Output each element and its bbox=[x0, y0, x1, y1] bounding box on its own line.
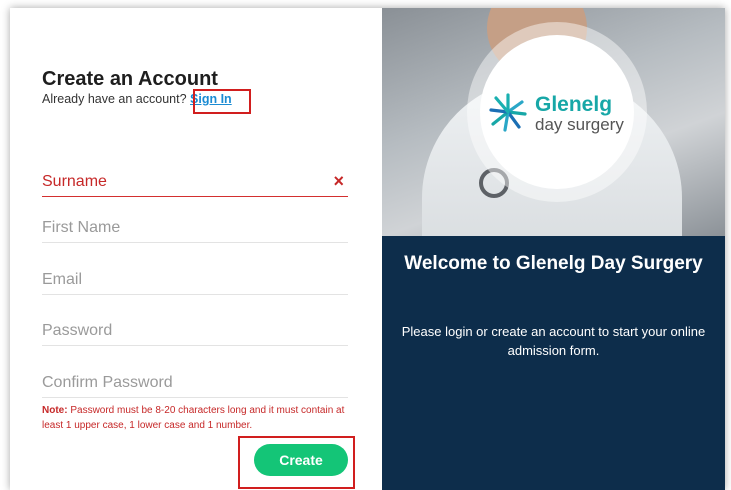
signin-prompt-text: Already have an account? bbox=[42, 92, 191, 106]
create-highlight-box bbox=[238, 436, 355, 489]
signin-highlight-box bbox=[193, 89, 251, 114]
note-label: Note: bbox=[42, 405, 68, 416]
doctor-photo: Glenelg day surgery bbox=[382, 8, 725, 236]
confirm-password-input[interactable] bbox=[42, 369, 322, 397]
password-input[interactable] bbox=[42, 317, 322, 345]
logo-tagline: day surgery bbox=[535, 115, 624, 134]
email-input[interactable] bbox=[42, 266, 322, 294]
snowflake-logo-icon bbox=[489, 93, 527, 132]
signup-dialog: Create an Account Already have an accoun… bbox=[10, 8, 725, 490]
note-text: Password must be 8-20 characters long an… bbox=[42, 405, 345, 431]
first-name-field bbox=[42, 214, 348, 243]
password-field bbox=[42, 317, 348, 346]
first-name-input[interactable] bbox=[42, 214, 322, 242]
password-note: Note: Password must be 8-20 characters l… bbox=[42, 404, 352, 433]
confirm-password-field bbox=[42, 369, 348, 398]
email-field bbox=[42, 266, 348, 295]
logo-name: Glenelg bbox=[535, 93, 613, 116]
welcome-heading: Welcome to Glenelg Day Surgery bbox=[404, 253, 703, 274]
error-icon: × bbox=[333, 171, 344, 191]
welcome-panel: Glenelg day surgery Welcome to Glenelg D… bbox=[382, 8, 725, 490]
page-title: Create an Account bbox=[42, 68, 218, 90]
welcome-description: Please login or create an account to sta… bbox=[401, 324, 706, 358]
surname-field: × bbox=[42, 168, 348, 197]
surname-input[interactable] bbox=[42, 168, 322, 196]
signup-form-panel: Create an Account Already have an accoun… bbox=[10, 8, 382, 490]
